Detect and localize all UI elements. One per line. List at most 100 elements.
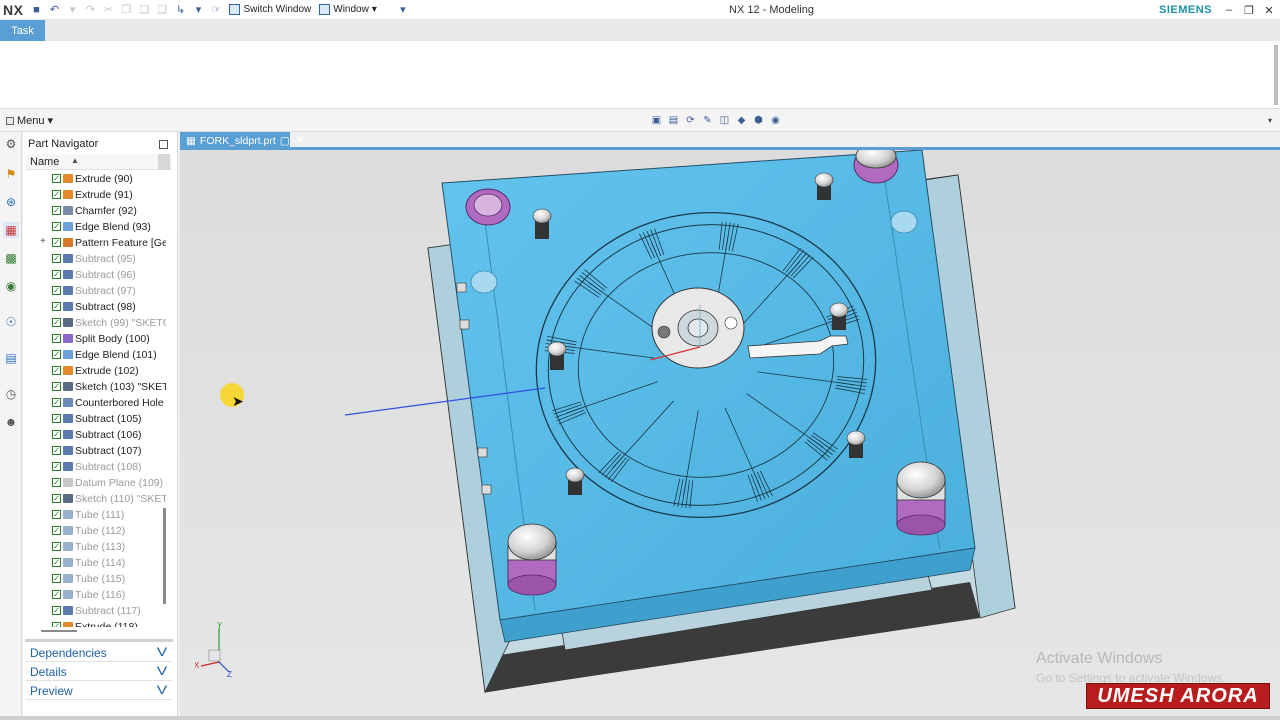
visibility-checkbox[interactable]: ✓ [52, 510, 61, 519]
pan-icon[interactable]: ✎ [701, 114, 714, 127]
redo-icon[interactable]: ↷ [82, 2, 98, 18]
rotate-icon[interactable]: ⟳ [684, 114, 697, 127]
tree-node[interactable]: ✓ Tube (116) [26, 587, 166, 603]
paste-icon[interactable]: ❏ [136, 2, 152, 18]
hd3d-tools-icon[interactable]: ◉ [3, 278, 19, 294]
edit-section-icon[interactable]: ⬢ [752, 114, 765, 127]
tree-node[interactable]: ✓ Extrude (90) [26, 171, 166, 187]
visibility-checkbox[interactable]: ✓ [52, 366, 61, 375]
graphics-window[interactable] [180, 150, 1280, 720]
ribbon-scrollbar[interactable] [1274, 45, 1278, 105]
tree-node[interactable]: ✓ Subtract (105) [26, 411, 166, 427]
visibility-checkbox[interactable]: ✓ [52, 398, 61, 407]
repeat-command-icon[interactable]: ↳ [172, 2, 188, 18]
visibility-checkbox[interactable]: ✓ [52, 526, 61, 535]
tree-node[interactable]: ✓ Subtract (107) [26, 443, 166, 459]
show-hide-icon[interactable]: ◉ [769, 114, 782, 127]
tree-node[interactable]: ✓ Sketch (103) "SKET [26, 379, 166, 395]
dependencies-panel[interactable]: Dependencies V [26, 644, 172, 662]
tree-node[interactable]: ✓ Extrude (102) [26, 363, 166, 379]
tree-node[interactable]: ✓ Tube (113) [26, 539, 166, 555]
tab-task[interactable]: Task [0, 20, 45, 41]
undo-icon[interactable]: ↶ [46, 2, 62, 18]
expand-icon[interactable]: + [40, 236, 46, 247]
tree-node[interactable]: + ✓ Pattern Feature [Ge [26, 235, 166, 251]
cut-icon[interactable]: ✂ [100, 2, 116, 18]
visibility-checkbox[interactable]: ✓ [52, 574, 61, 583]
tree-node[interactable]: ✓ Edge Blend (93) [26, 219, 166, 235]
clock-icon[interactable]: ◷ [3, 386, 19, 402]
tree-node[interactable]: ✓ Datum Plane (109) [26, 475, 166, 491]
tree-node[interactable]: ✓ Extrude (118) [26, 619, 166, 627]
restore-button[interactable]: ❐ [1239, 1, 1259, 19]
chevron-down-icon[interactable]: ▾ [1268, 116, 1272, 125]
column-name[interactable]: Name [30, 156, 59, 168]
column-header[interactable]: Name ▲ [26, 154, 172, 170]
menu-button[interactable]: Menu ▾ [6, 114, 53, 127]
tree-node[interactable]: ✓ Subtract (98) [26, 299, 166, 315]
visibility-checkbox[interactable]: ✓ [52, 446, 61, 455]
details-panel[interactable]: Details V [26, 663, 172, 681]
visibility-checkbox[interactable]: ✓ [52, 286, 61, 295]
scrollbar-up[interactable] [158, 154, 170, 170]
visibility-checkbox[interactable]: ✓ [52, 430, 61, 439]
visibility-checkbox[interactable]: ✓ [52, 254, 61, 263]
visibility-checkbox[interactable]: ✓ [52, 238, 61, 247]
assembly-navigator-icon[interactable]: ⚑ [3, 166, 19, 182]
gear-icon[interactable]: ⚙ [3, 136, 19, 152]
touch-mode-icon[interactable]: ☞ [208, 2, 224, 18]
undo-dropdown-icon[interactable]: ▾ [64, 2, 80, 18]
visibility-checkbox[interactable]: ✓ [52, 350, 61, 359]
visibility-checkbox[interactable]: ✓ [52, 174, 61, 183]
repeat-dropdown-icon[interactable]: ▾ [190, 2, 206, 18]
minimize-button[interactable]: – [1219, 1, 1239, 19]
tree-node[interactable]: ✓ Tube (115) [26, 571, 166, 587]
tree-node[interactable]: ✓ Subtract (95) [26, 251, 166, 267]
visibility-checkbox[interactable]: ✓ [52, 462, 61, 471]
tree-node[interactable]: ✓ Sketch (110) "SKET [26, 491, 166, 507]
tree-node[interactable]: ✓ Tube (114) [26, 555, 166, 571]
visibility-checkbox[interactable]: ✓ [52, 558, 61, 567]
visibility-checkbox[interactable]: ✓ [52, 318, 61, 327]
zoom-icon[interactable]: ▤ [667, 114, 680, 127]
tree-node[interactable]: ✓ Edge Blend (101) [26, 347, 166, 363]
tree-node[interactable]: ✓ Subtract (106) [26, 427, 166, 443]
copy-icon[interactable]: ❐ [118, 2, 134, 18]
tree-node[interactable]: ✓ Counterbored Hole [26, 395, 166, 411]
tree-node[interactable]: ✓ Chamfer (92) [26, 203, 166, 219]
window-menu-button[interactable]: Window ▾ [319, 4, 377, 15]
tree-node[interactable]: ✓ Tube (111) [26, 507, 166, 523]
tree-node[interactable]: ✓ Subtract (97) [26, 283, 166, 299]
save-icon[interactable]: ■ [28, 2, 44, 18]
visibility-checkbox[interactable]: ✓ [52, 334, 61, 343]
visibility-checkbox[interactable]: ✓ [52, 222, 61, 231]
customize-quick-access-icon[interactable]: ▾ [395, 2, 411, 18]
delete-icon[interactable]: ❏ [154, 2, 170, 18]
visibility-checkbox[interactable]: ✓ [52, 590, 61, 599]
roles-icon[interactable]: ☻ [3, 414, 19, 430]
visibility-checkbox[interactable]: ✓ [52, 542, 61, 551]
visibility-checkbox[interactable]: ✓ [52, 206, 61, 215]
tree-node[interactable]: ✓ Sketch (99) "SKETC [26, 315, 166, 331]
constraint-navigator-icon[interactable]: ⊛ [3, 194, 19, 210]
part-navigator-icon[interactable]: ▦ [3, 222, 19, 238]
tree-node[interactable]: ✓ Subtract (108) [26, 459, 166, 475]
render-style-icon[interactable]: ◆ [735, 114, 748, 127]
tree-node[interactable]: ✓ Tube (112) [26, 523, 166, 539]
web-browser-icon[interactable]: ☉ [3, 314, 19, 330]
preview-panel[interactable]: Preview V [26, 682, 172, 700]
reuse-library-icon[interactable]: ▩ [3, 250, 19, 266]
visibility-checkbox[interactable]: ✓ [52, 190, 61, 199]
visibility-checkbox[interactable]: ✓ [52, 494, 61, 503]
close-icon[interactable]: ✕ [296, 135, 304, 146]
switch-window-button[interactable]: Switch Window [229, 4, 311, 15]
fit-view-icon[interactable]: ▣ [650, 114, 663, 127]
visibility-checkbox[interactable]: ✓ [52, 622, 61, 627]
visibility-checkbox[interactable]: ✓ [52, 382, 61, 391]
maximize-icon[interactable] [159, 140, 168, 149]
tree-node[interactable]: ✓ Split Body (100) [26, 331, 166, 347]
horizontal-scrollbar-thumb[interactable] [41, 630, 77, 632]
panel-divider[interactable] [25, 639, 173, 642]
pin-icon[interactable]: ▢ [280, 135, 290, 147]
scrollbar-thumb[interactable] [163, 508, 166, 604]
